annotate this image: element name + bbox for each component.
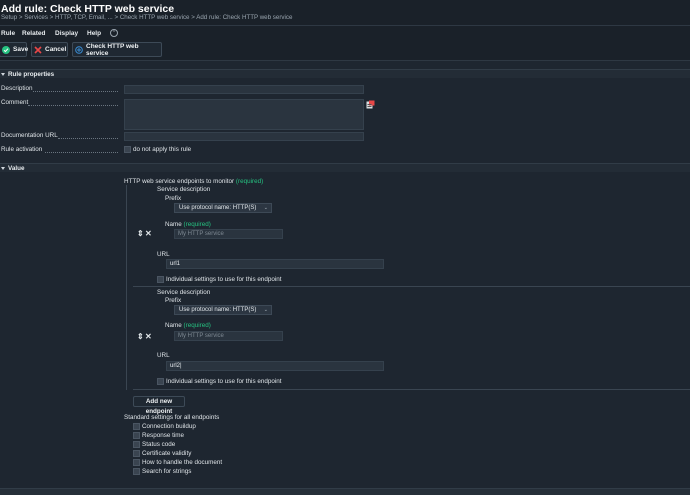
individual-settings-checkbox[interactable]	[157, 276, 164, 283]
delete-endpoint-icon[interactable]: ✕	[145, 332, 152, 341]
endpoint-separator	[133, 389, 690, 390]
collapse-triangle-icon	[1, 167, 5, 170]
response-time-label: Response time	[142, 432, 184, 439]
title-bar: Add rule: Check HTTP web service Setup >…	[0, 0, 690, 25]
service-description-label: Service description	[157, 289, 211, 296]
certificate-validity-label: Certificate validity	[142, 450, 192, 457]
prefix-select-value: Use protocol name: HTTP(S)	[179, 205, 257, 211]
prefix-select[interactable]: Use protocol name: HTTP(S) ⌄	[174, 203, 272, 213]
chevron-down-icon: ⌄	[263, 307, 268, 313]
service-icon	[75, 45, 83, 54]
dotted-leader	[45, 152, 118, 153]
response-time-checkbox[interactable]	[133, 432, 140, 439]
dotted-leader	[28, 105, 118, 106]
menu-display[interactable]: Display	[55, 30, 78, 37]
required-marker: (required)	[183, 221, 211, 228]
name-input[interactable]: My HTTP service	[174, 331, 283, 341]
dotted-leader	[33, 91, 118, 92]
required-marker: (required)	[235, 178, 264, 185]
comment-label: Comment	[1, 99, 29, 106]
menu-related[interactable]: Related	[22, 30, 45, 37]
close-icon	[34, 45, 42, 54]
collapse-triangle-icon	[1, 73, 5, 76]
comment-textarea[interactable]	[124, 99, 364, 130]
insert-date-icon[interactable]	[366, 100, 375, 109]
check-http-button[interactable]: Check HTTP web service	[72, 42, 162, 57]
status-code-label: Status code	[142, 441, 176, 448]
url-input[interactable]: url2|	[166, 361, 384, 371]
connection-buildup-checkbox[interactable]	[133, 423, 140, 430]
chevron-up-icon[interactable]: ⌃	[110, 29, 118, 37]
menu-bar: Rule Related Display Help ⌃	[0, 25, 690, 40]
url-label: URL	[157, 352, 170, 359]
value-header[interactable]: Value	[0, 163, 690, 172]
endpoint-separator	[133, 286, 690, 287]
individual-settings-label: Individual settings to use for this endp…	[166, 276, 282, 283]
description-input[interactable]	[124, 85, 364, 94]
search-strings-label: Search for strings	[142, 468, 192, 475]
dotted-leader	[58, 138, 118, 139]
do-not-apply-label: do not apply this rule	[133, 146, 192, 153]
search-strings-checkbox[interactable]	[133, 468, 140, 475]
check-http-label: Check HTTP web service	[86, 42, 139, 57]
url-label: URL	[157, 251, 170, 258]
prefix-select-value: Use protocol name: HTTP(S)	[179, 307, 257, 313]
prefix-select[interactable]: Use protocol name: HTTP(S) ⌄	[174, 305, 272, 315]
toolbar: Save Cancel Check HTTP web service	[0, 40, 690, 61]
document-handling-label: How to handle the document	[142, 459, 223, 466]
chevron-down-icon: ⌄	[263, 205, 268, 211]
name-label-text: Name	[165, 221, 182, 228]
delete-endpoint-icon[interactable]: ✕	[145, 229, 152, 238]
rule-properties-heading: Rule properties	[8, 71, 55, 78]
document-handling-checkbox[interactable]	[133, 459, 140, 466]
name-input[interactable]: My HTTP service	[174, 229, 283, 239]
service-description-label: Service description	[157, 186, 211, 193]
save-button[interactable]: Save	[0, 42, 29, 57]
do-not-apply-checkbox[interactable]	[124, 146, 131, 153]
checkmark-icon	[2, 45, 10, 54]
endpoints-label: HTTP web service endpoints to monitor (r…	[124, 178, 263, 185]
documentation-url-label: Documentation URL	[1, 132, 58, 139]
move-handle-icon[interactable]: ⇕	[137, 229, 144, 238]
prefix-label: Prefix	[165, 297, 182, 304]
value-heading: Value	[8, 165, 25, 172]
endpoints-label-text: HTTP web service endpoints to monitor	[124, 178, 235, 185]
name-label: Name (required)	[165, 322, 211, 329]
required-marker: (required)	[183, 322, 211, 329]
name-label: Name (required)	[165, 221, 211, 228]
endpoint-list-border	[126, 185, 127, 390]
save-label: Save	[13, 46, 29, 53]
documentation-url-input[interactable]	[124, 132, 364, 141]
prefix-label: Prefix	[165, 195, 182, 202]
rule-properties-header[interactable]: Rule properties	[0, 69, 690, 78]
standard-settings-label: Standard settings for all endpoints	[124, 414, 220, 421]
add-endpoint-button[interactable]: Add new endpoint	[133, 396, 185, 415]
description-label: Description	[1, 85, 33, 92]
rule-activation-label: Rule activation	[1, 146, 43, 153]
connection-buildup-label: Connection buildup	[142, 423, 196, 430]
footer-bar	[0, 488, 690, 495]
menu-help[interactable]: Help	[87, 30, 101, 37]
menu-rule[interactable]: Rule	[1, 30, 15, 37]
status-code-checkbox[interactable]	[133, 441, 140, 448]
url-input[interactable]: url1	[166, 259, 384, 269]
move-handle-icon[interactable]: ⇕	[137, 332, 144, 341]
certificate-validity-checkbox[interactable]	[133, 450, 140, 457]
breadcrumb[interactable]: Setup > Services > HTTP, TCP, Email, ...…	[1, 14, 292, 21]
individual-settings-checkbox[interactable]	[157, 378, 164, 385]
name-label-text: Name	[165, 322, 182, 329]
cancel-button[interactable]: Cancel	[31, 42, 68, 57]
individual-settings-label: Individual settings to use for this endp…	[166, 378, 282, 385]
cancel-label: Cancel	[45, 46, 67, 53]
